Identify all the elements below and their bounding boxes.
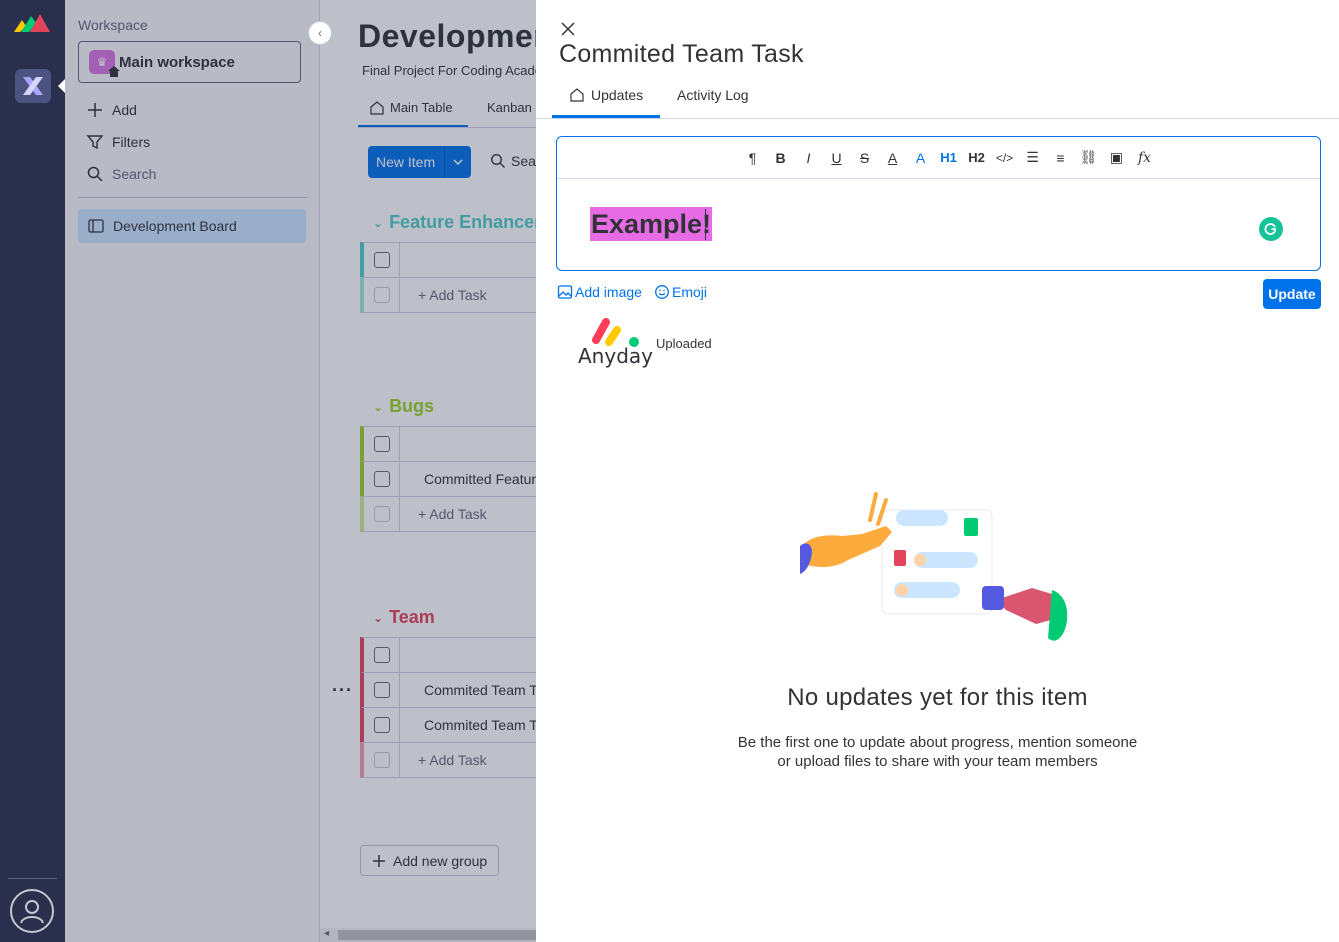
- left-rail: [0, 0, 65, 942]
- add-image-link[interactable]: Add image: [557, 284, 642, 300]
- tabs-border: [536, 118, 1339, 119]
- underline-icon[interactable]: U: [823, 146, 851, 170]
- empty-state-line-1: Be the first one to update about progres…: [737, 734, 1138, 751]
- emoji-label: Emoji: [672, 284, 708, 300]
- tab-updates-label: Updates: [591, 87, 644, 103]
- workspaces-app-button[interactable]: [15, 69, 51, 103]
- editor-toolbar: ¶ B I U S A A H1 H2 </> ☰ ≡ ⛓ ▣ fx: [557, 137, 1320, 179]
- image-icon: [557, 285, 573, 299]
- add-image-label: Add image: [575, 284, 642, 300]
- uploaded-text: Uploaded: [656, 336, 712, 351]
- item-updates-panel: Commited Team Task Updates Activity Log …: [536, 0, 1339, 942]
- video-icon[interactable]: ▣: [1103, 146, 1131, 170]
- code-icon[interactable]: </>: [991, 146, 1019, 170]
- background-color-icon[interactable]: A: [907, 146, 935, 170]
- collapse-panel-button[interactable]: ‹: [308, 21, 332, 45]
- item-title[interactable]: Commited Team Task: [559, 40, 804, 69]
- empty-state-title: No updates yet for this item: [787, 684, 1088, 711]
- text-color-icon[interactable]: A: [879, 146, 907, 170]
- anyday-logo-text: Anyday: [578, 344, 653, 368]
- close-icon[interactable]: [558, 19, 578, 39]
- tab-updates[interactable]: Updates: [570, 87, 643, 103]
- empty-state-subtitle: Be the first one to update about progres…: [536, 733, 1339, 771]
- home-icon: [570, 88, 584, 102]
- empty-updates-illustration-icon: [800, 492, 1068, 641]
- empty-state-line-2: or upload files to share with your team …: [777, 753, 1098, 770]
- link-icon[interactable]: ⛓: [1075, 146, 1103, 170]
- heading-1-icon[interactable]: H1: [935, 146, 963, 170]
- formula-icon[interactable]: fx: [1131, 146, 1159, 170]
- strikethrough-icon[interactable]: S: [851, 146, 879, 170]
- workspace-app-icon: [23, 77, 43, 95]
- italic-icon[interactable]: I: [795, 146, 823, 170]
- active-indicator: [58, 79, 65, 93]
- text-caret: [705, 209, 706, 240]
- tab-activity-log-label: Activity Log: [677, 87, 749, 103]
- rail-divider: [8, 878, 57, 879]
- emoji-link[interactable]: Emoji: [654, 284, 707, 300]
- grammarly-icon[interactable]: [1259, 217, 1283, 241]
- paragraph-direction-icon[interactable]: ¶: [739, 146, 767, 170]
- update-editor[interactable]: ¶ B I U S A A H1 H2 </> ☰ ≡ ⛓ ▣ fx Examp…: [556, 136, 1321, 271]
- emoji-icon: [655, 285, 669, 299]
- tab-activity-log[interactable]: Activity Log: [677, 87, 749, 103]
- user-avatar-icon[interactable]: [10, 889, 54, 933]
- editor-content[interactable]: Example!: [590, 207, 713, 241]
- bullet-list-icon[interactable]: ≡: [1047, 146, 1075, 170]
- numbered-list-icon[interactable]: ☰: [1019, 146, 1047, 170]
- heading-2-icon[interactable]: H2: [963, 146, 991, 170]
- update-button[interactable]: Update: [1263, 279, 1321, 309]
- modal-backdrop[interactable]: [65, 0, 536, 942]
- bold-icon[interactable]: B: [767, 146, 795, 170]
- monday-logo-icon[interactable]: [12, 10, 52, 34]
